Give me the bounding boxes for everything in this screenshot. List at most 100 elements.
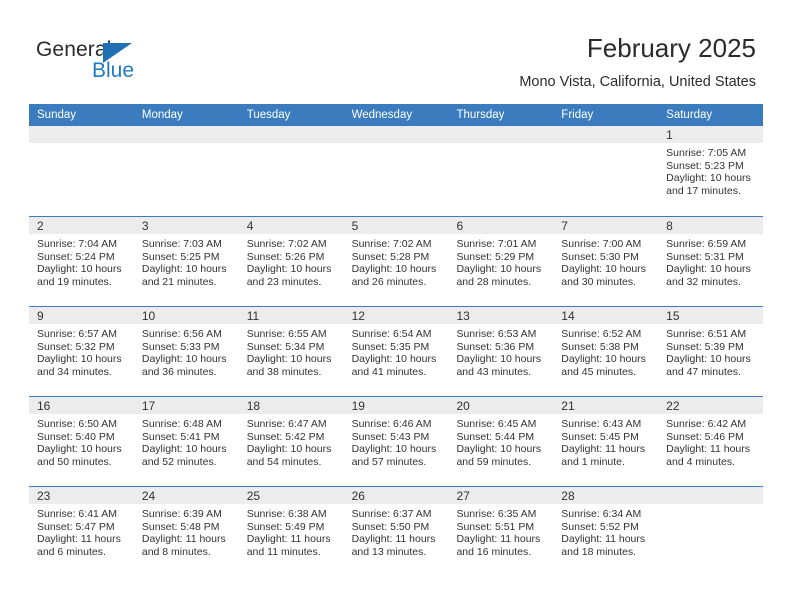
calendar-week-row: 9 Sunrise: 6:57 AM Sunset: 5:32 PM Daylight… (29, 306, 764, 396)
day-cell-7[interactable]: 7 Sunrise: 7:00 AM Sunset: 5:30 PM Daylight… (553, 217, 659, 306)
day-cell-23[interactable]: 23 Sunrise: 6:41 AM Sunset: 5:47 PM Dayligh… (29, 487, 134, 576)
day-number-band: 16 (29, 397, 134, 414)
sunrise-text: Sunrise: 6:51 AM (666, 328, 747, 340)
day-cell-6[interactable]: 6 Sunrise: 7:01 AM Sunset: 5:29 PM Daylight… (448, 217, 554, 306)
day-cell-11[interactable]: 11 Sunrise: 6:55 AM Sunset: 5:34 PM Dayligh… (238, 307, 344, 396)
day-cell-empty (553, 126, 659, 216)
day-number: 4 (246, 219, 254, 233)
day-cell-21[interactable]: 21 Sunrise: 6:43 AM Sunset: 5:45 PM Dayligh… (553, 397, 659, 486)
day-cell-15[interactable]: 15 Sunrise: 6:51 AM Sunset: 5:39 PM Dayligh… (658, 307, 764, 396)
page-header: General Blue February 2025 Mono Vista, C… (0, 0, 792, 100)
day-number: 15 (666, 309, 680, 323)
day-cell-empty (658, 487, 764, 576)
weekday-header-monday: Monday (141, 109, 183, 121)
day-cell-28[interactable]: 28 Sunrise: 6:34 AM Sunset: 5:52 PM Dayligh… (553, 487, 659, 576)
daylight-text: Daylight: 10 hours and 38 minutes. (246, 353, 332, 378)
day-cell-12[interactable]: 12 Sunrise: 6:54 AM Sunset: 5:35 PM Dayligh… (343, 307, 449, 396)
day-number: 26 (351, 489, 365, 503)
sunrise-text: Sunrise: 7:05 AM (666, 147, 747, 159)
day-cell-20[interactable]: 20 Sunrise: 6:45 AM Sunset: 5:44 PM Dayligh… (448, 397, 554, 486)
sunset-text: Sunset: 5:23 PM (666, 159, 744, 172)
day-cell-4[interactable]: 4 Sunrise: 7:02 AM Sunset: 5:26 PM Daylight… (238, 217, 344, 306)
day-number-band: 28 (553, 487, 659, 504)
day-details: Sunrise: 7:05 AM Sunset: 5:23 PM Daylight:… (658, 143, 763, 197)
daylight-text: Daylight: 10 hours and 30 minutes. (561, 263, 646, 288)
day-cell-9[interactable]: 9 Sunrise: 6:57 AM Sunset: 5:32 PM Daylight… (29, 307, 134, 396)
day-cell-8[interactable]: 8 Sunrise: 6:59 AM Sunset: 5:31 PM Daylight… (658, 217, 764, 306)
calendar-grid: Sunday Monday Tuesday Wednesday Thursday Frid… (29, 104, 764, 576)
day-details: Sunrise: 6:55 AM Sunset: 5:34 PM Daylight:… (239, 324, 344, 378)
sunset-text: Sunset: 5:46 PM (666, 430, 744, 443)
day-details: Sunrise: 6:48 AM Sunset: 5:41 PM Daylight:… (134, 414, 239, 468)
day-cell-3[interactable]: 3 Sunrise: 7:03 AM Sunset: 5:25 PM Daylight… (133, 217, 239, 306)
day-number: 7 (561, 219, 568, 233)
sunrise-text: Sunrise: 6:41 AM (37, 508, 117, 520)
sunrise-text: Sunrise: 6:53 AM (456, 328, 537, 340)
day-cell-5[interactable]: 5 Sunrise: 7:02 AM Sunset: 5:28 PM Daylight… (343, 217, 449, 306)
day-cell-26[interactable]: 26 Sunrise: 6:37 AM Sunset: 5:50 PM Dayligh… (343, 487, 449, 576)
day-number: 11 (246, 309, 260, 323)
sunset-text: Sunset: 5:25 PM (141, 250, 220, 263)
day-details: Sunrise: 6:37 AM Sunset: 5:50 PM Daylight:… (344, 504, 449, 558)
sunset-text: Sunset: 5:30 PM (561, 250, 639, 263)
day-number: 27 (456, 489, 470, 503)
day-cell-13[interactable]: 13 Sunrise: 6:53 AM Sunset: 5:36 PM Dayligh… (448, 307, 554, 396)
day-number-band: 25 (238, 487, 344, 504)
day-cell-24[interactable]: 24 Sunrise: 6:39 AM Sunset: 5:48 PM Dayligh… (133, 487, 239, 576)
day-details: Sunrise: 6:54 AM Sunset: 5:35 PM Daylight:… (344, 324, 449, 378)
day-cell-10[interactable]: 10 Sunrise: 6:56 AM Sunset: 5:33 PM Dayligh… (133, 307, 239, 396)
day-cell-16[interactable]: 16 Sunrise: 6:50 AM Sunset: 5:40 PM Dayligh… (29, 397, 134, 486)
day-number: 16 (37, 399, 51, 413)
day-details: Sunrise: 7:03 AM Sunset: 5:25 PM Daylight:… (134, 234, 239, 288)
day-number-band: 1 (658, 126, 764, 143)
sunset-text: Sunset: 5:33 PM (141, 340, 220, 353)
day-cell-14[interactable]: 14 Sunrise: 6:52 AM Sunset: 5:38 PM Dayligh… (553, 307, 659, 396)
day-details: Sunrise: 6:34 AM Sunset: 5:52 PM Daylight:… (553, 504, 658, 558)
sunrise-text: Sunrise: 6:47 AM (246, 418, 327, 430)
day-cell-18[interactable]: 18 Sunrise: 6:47 AM Sunset: 5:42 PM Dayligh… (238, 397, 344, 486)
daylight-text: Daylight: 10 hours and 19 minutes. (37, 263, 122, 288)
sunset-text: Sunset: 5:41 PM (141, 430, 220, 443)
sunrise-text: Sunrise: 7:01 AM (456, 238, 537, 250)
daylight-text: Daylight: 10 hours and 23 minutes. (246, 263, 332, 288)
title-block: February 2025 Mono Vista, California, Un… (519, 33, 756, 91)
logo-text-blue: Blue (92, 59, 135, 82)
day-cell-2[interactable]: 2 Sunrise: 7:04 AM Sunset: 5:24 PM Daylight… (29, 217, 134, 306)
calendar-weeks: 1 Sunrise: 7:05 AM Sunset: 5:23 PM Daylight… (29, 126, 764, 576)
day-number: 13 (456, 309, 470, 323)
day-cell-1[interactable]: 1 Sunrise: 7:05 AM Sunset: 5:23 PM Daylight… (658, 126, 764, 216)
day-number-band: 12 (343, 307, 449, 324)
sunrise-text: Sunrise: 6:56 AM (141, 328, 222, 340)
day-number-band: 27 (448, 487, 554, 504)
day-details: Sunrise: 6:50 AM Sunset: 5:40 PM Daylight:… (29, 414, 134, 468)
sunrise-text: Sunrise: 6:50 AM (37, 418, 117, 430)
day-cell-empty (29, 126, 134, 216)
day-cell-25[interactable]: 25 Sunrise: 6:38 AM Sunset: 5:49 PM Dayligh… (238, 487, 344, 576)
daylight-text: Daylight: 11 hours and 18 minutes. (561, 533, 646, 558)
day-number-band: 21 (553, 397, 659, 414)
day-number-band: 7 (553, 217, 659, 234)
day-details: Sunrise: 6:47 AM Sunset: 5:42 PM Daylight:… (239, 414, 344, 468)
sunset-text: Sunset: 5:26 PM (246, 250, 325, 263)
sunrise-text: Sunrise: 6:38 AM (246, 508, 327, 520)
day-number: 3 (141, 219, 149, 233)
daylight-text: Daylight: 11 hours and 16 minutes. (456, 533, 541, 558)
daylight-text: Daylight: 11 hours and 11 minutes. (246, 533, 331, 558)
sunset-text: Sunset: 5:24 PM (37, 250, 115, 263)
day-cell-19[interactable]: 19 Sunrise: 6:46 AM Sunset: 5:43 PM Dayligh… (343, 397, 449, 486)
day-number-band: 17 (133, 397, 239, 414)
sunrise-text: Sunrise: 7:00 AM (561, 238, 642, 250)
day-number-band (553, 126, 659, 143)
day-cell-17[interactable]: 17 Sunrise: 6:48 AM Sunset: 5:41 PM Dayligh… (133, 397, 239, 486)
sunset-text: Sunset: 5:36 PM (456, 340, 535, 353)
day-number-band (29, 126, 134, 143)
day-number: 19 (351, 399, 365, 413)
day-number-band: 4 (238, 217, 344, 234)
day-cell-22[interactable]: 22 Sunrise: 6:42 AM Sunset: 5:46 PM Dayligh… (658, 397, 764, 486)
sunset-text: Sunset: 5:51 PM (456, 520, 535, 533)
day-number-band (238, 126, 344, 143)
day-cell-27[interactable]: 27 Sunrise: 6:35 AM Sunset: 5:51 PM Dayligh… (448, 487, 554, 576)
day-cell-empty (238, 126, 344, 216)
general-blue-logo[interactable]: General Blue (36, 38, 236, 90)
weekday-header-saturday: Saturday (666, 109, 713, 121)
